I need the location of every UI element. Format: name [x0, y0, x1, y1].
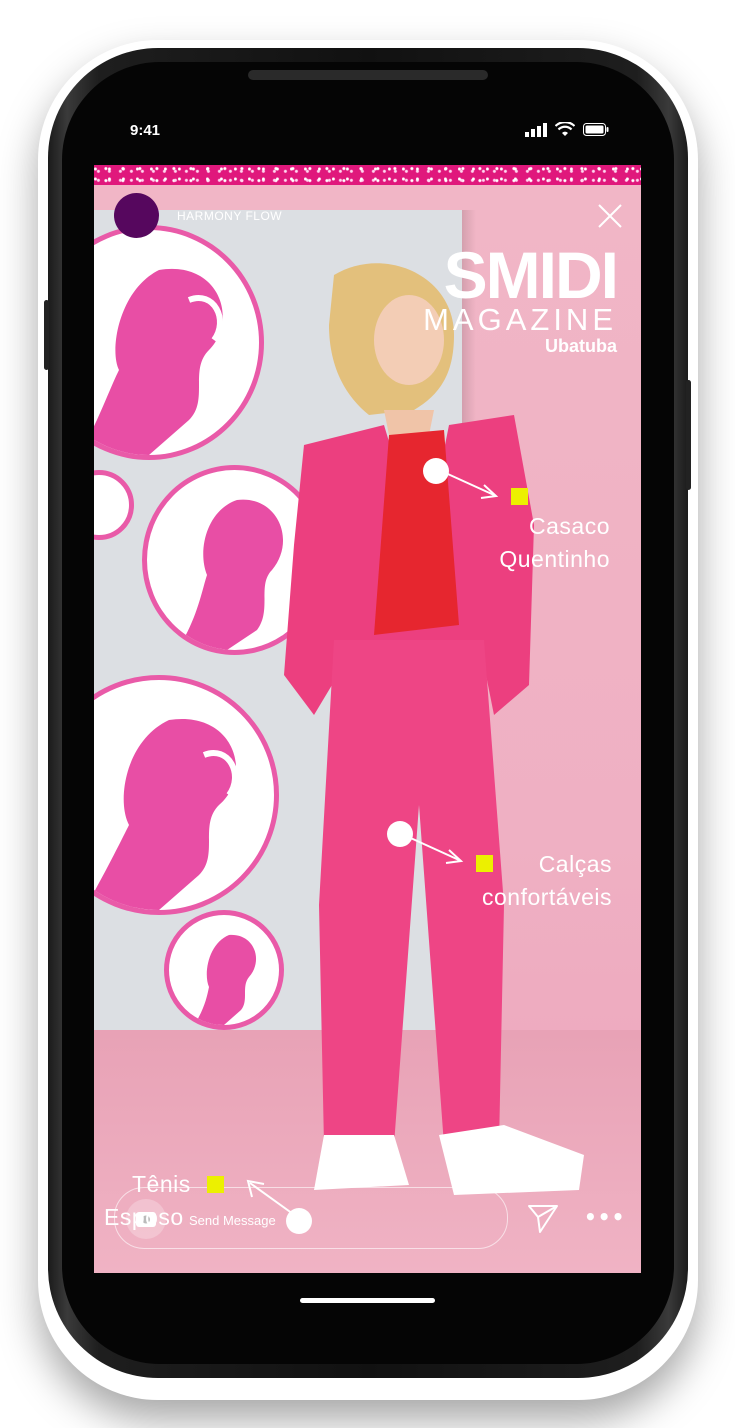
close-icon[interactable]	[595, 201, 625, 231]
tag-label-line: Tênis	[132, 1171, 191, 1197]
product-tag-label[interactable]: Tênis Esposo	[104, 1168, 194, 1234]
tag-label-line: Calças	[538, 851, 612, 877]
tag-arrow-icon	[438, 469, 499, 499]
logo-city: Ubatuba	[545, 336, 617, 356]
story-screen: HARMONY FLOW SMIDI MAGAZINE Ubatuba Casa…	[94, 165, 641, 1273]
logo-subtitle: MAGAZINE	[423, 302, 617, 337]
status-bar: 9:41	[94, 110, 641, 150]
story-progress-bar	[94, 165, 641, 185]
signal-icon	[525, 122, 547, 137]
send-icon[interactable]	[526, 1201, 560, 1235]
logo-brand: SMIDI	[443, 238, 619, 312]
avatar[interactable]	[114, 193, 159, 238]
magazine-logo: SMIDI MAGAZINE Ubatuba	[402, 238, 619, 357]
side-button	[44, 300, 49, 370]
tag-label-line: confortáveis	[481, 884, 612, 910]
side-button	[686, 380, 691, 490]
tag-label-line: Quentinho	[499, 546, 610, 572]
status-icons	[525, 122, 609, 137]
product-tag-dot[interactable]	[286, 1208, 312, 1234]
tag-label-line: Casaco	[529, 513, 610, 539]
product-tag-square	[511, 488, 528, 505]
story-username[interactable]: HARMONY FLOW	[177, 209, 282, 223]
more-options-icon[interactable]: •••	[584, 1205, 625, 1229]
product-tag-label[interactable]: Casaco Quentinho	[454, 510, 610, 576]
tag-label-line: Esposo	[104, 1204, 184, 1230]
battery-icon	[583, 123, 609, 136]
product-tag-label[interactable]: Calças confortáveis	[424, 848, 612, 914]
home-indicator[interactable]	[300, 1298, 435, 1303]
product-tag-square	[207, 1176, 224, 1193]
phone-speaker	[248, 70, 488, 80]
status-time: 9:41	[130, 122, 161, 139]
model-figure	[284, 263, 584, 1195]
wifi-icon	[555, 122, 575, 136]
